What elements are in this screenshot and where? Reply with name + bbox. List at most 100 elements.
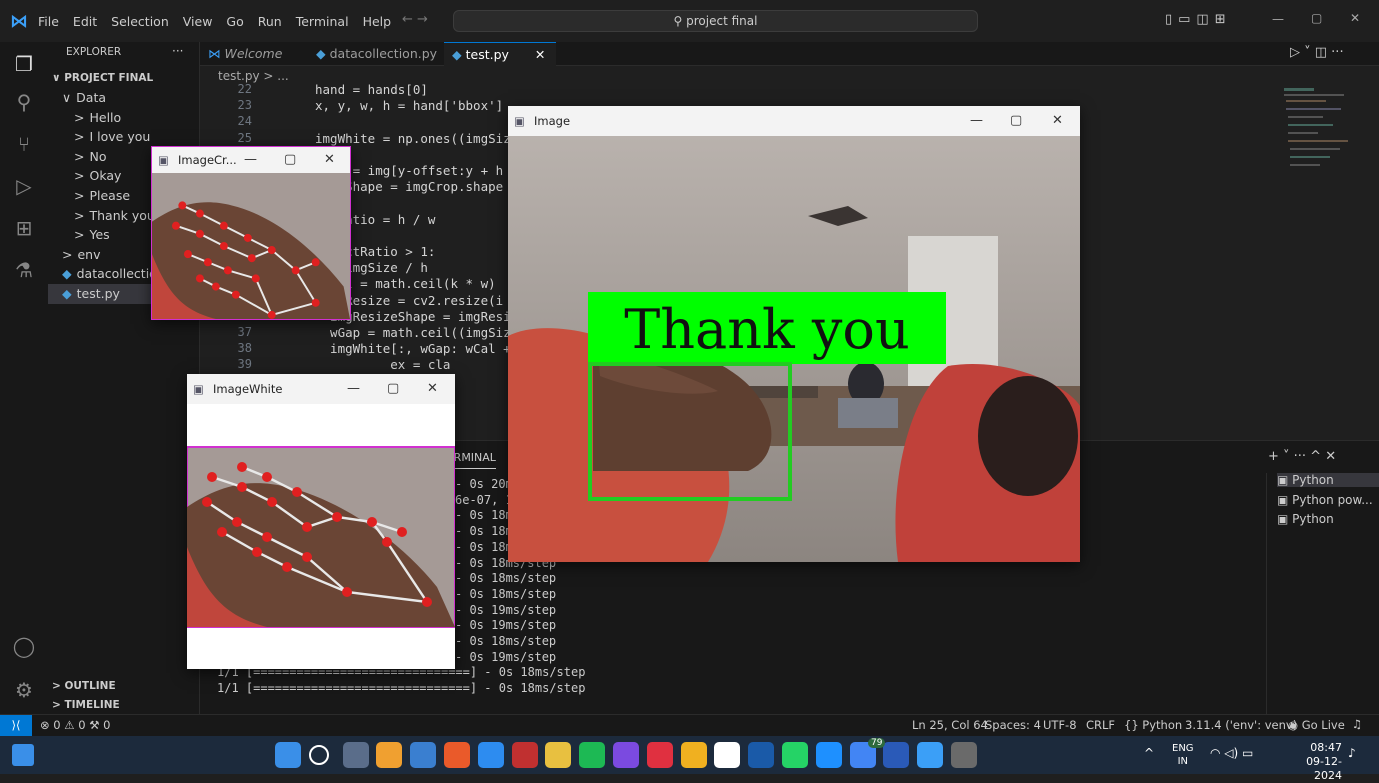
maximize-button[interactable]: ▢ [387, 374, 399, 404]
edge-icon[interactable] [815, 742, 842, 768]
maximize-button[interactable]: ▢ [284, 147, 296, 173]
menu-terminal[interactable]: Terminal [296, 14, 349, 29]
minimize-button[interactable]: — [347, 374, 360, 404]
edge-dev-icon[interactable] [477, 742, 504, 768]
terminal-icon: ▣ [1277, 512, 1293, 526]
panel-actions[interactable]: + ˅ ··· ^ ✕ [1268, 449, 1336, 464]
language-mode[interactable]: {} Python [1124, 718, 1182, 732]
terminal-line: 1/1 [==============================] - 0… [217, 681, 586, 696]
image-window-title: Image [534, 114, 571, 128]
maximize-button[interactable]: ▢ [1010, 106, 1022, 136]
minimize-button[interactable]: — [244, 147, 257, 173]
menu-edit[interactable]: Edit [73, 14, 97, 29]
account-icon[interactable]: ◯ [0, 626, 48, 666]
close-button[interactable]: ✕ [1350, 11, 1360, 25]
tab-datacollection[interactable]: ◆ datacollection.py [308, 42, 444, 66]
extensions-icon[interactable]: ⊞ [0, 208, 48, 248]
menu-run[interactable]: Run [258, 14, 282, 29]
explorer-icon[interactable]: ❐ [0, 44, 48, 84]
imagewhite-window-titlebar[interactable]: ▣ ImageWhite — ▢ ✕ [187, 374, 455, 404]
image-window[interactable]: ▣ Image — ▢ ✕ Thank you [508, 106, 1080, 562]
terminal-line: - 0s 18m [455, 524, 513, 539]
spotify-icon[interactable] [579, 742, 606, 768]
search-icon[interactable]: ⚲ [0, 82, 48, 122]
project-root[interactable]: ∨ PROJECT FINAL [48, 68, 200, 88]
terminal-instance[interactable]: ▣ Python [1277, 512, 1334, 526]
python-interpreter[interactable]: 3.11.4 ('env': venv) [1185, 718, 1297, 732]
close-button[interactable]: ✕ [427, 374, 438, 404]
chrome-canary-icon[interactable] [545, 742, 572, 768]
run-button[interactable]: ▷ ˅ ◫ ··· [1290, 45, 1344, 60]
widgets-icon[interactable] [12, 744, 34, 766]
imagecrop-window-titlebar[interactable]: ▣ ImageCr... — ▢ ✕ [152, 147, 350, 173]
timeline-section[interactable]: > TIMELINE [48, 695, 200, 715]
vscode-icon[interactable] [917, 742, 944, 768]
wifi-volume-battery-icons[interactable]: ◠ ◁) ▭ [1210, 746, 1253, 760]
source-control-icon[interactable]: ⑂ [0, 124, 48, 164]
word-icon[interactable] [883, 742, 910, 768]
minimize-button[interactable]: — [970, 106, 983, 136]
menu-selection[interactable]: Selection [111, 14, 169, 29]
minimap[interactable] [1280, 86, 1366, 186]
problems-indicator[interactable]: ⊗ 0 ⚠ 0 ⚒ 0 [40, 718, 110, 732]
go-live-button[interactable]: ◉ Go Live [1288, 718, 1345, 732]
encoding[interactable]: UTF-8 [1043, 718, 1077, 732]
whatsapp-icon[interactable] [782, 742, 808, 768]
explorer-header: EXPLORER [66, 46, 122, 58]
tree-item[interactable]: > Hello [48, 108, 200, 128]
tree-item[interactable]: ∨ Data [48, 88, 200, 108]
command-center-search[interactable]: ⚲ project final [453, 10, 978, 32]
run-debug-icon[interactable]: ▷ [0, 166, 48, 206]
nav-arrows[interactable]: ← → [402, 12, 428, 27]
code-line: wGap = math.ceil((imgSiz [315, 325, 511, 340]
task-view-icon[interactable] [342, 742, 369, 768]
notifications-icon[interactable]: ♫ [1352, 717, 1362, 731]
window-app-icon: ▣ [514, 114, 525, 128]
tab-welcome[interactable]: ⋈ Welcome [200, 42, 308, 66]
terminal-instance[interactable]: ▣ Python [1277, 473, 1379, 487]
terminal-instance[interactable]: ▣ Python pow... [1277, 493, 1373, 507]
imagecrop-window[interactable]: ▣ ImageCr... — ▢ ✕ [151, 146, 351, 320]
git-icon[interactable] [444, 742, 470, 768]
youtube-icon[interactable] [646, 742, 673, 768]
menu-help[interactable]: Help [363, 14, 392, 29]
indentation[interactable]: Spaces: 4 [985, 718, 1041, 732]
h-app-icon[interactable] [748, 742, 775, 768]
line-ending[interactable]: CRLF [1086, 718, 1115, 732]
cursor-position[interactable]: Ln 25, Col 64 [912, 718, 988, 732]
line-number: 23 [237, 98, 252, 113]
remote-indicator[interactable]: ⟩⟨ [0, 715, 32, 736]
menu-view[interactable]: View [183, 14, 213, 29]
settings-gear-icon[interactable]: ⚙ [0, 670, 48, 710]
testing-icon[interactable]: ⚗ [0, 250, 48, 290]
copilot-icon[interactable] [376, 742, 403, 768]
start-icon[interactable] [275, 742, 301, 768]
clock[interactable]: 08:47 09-12-2024 [1290, 741, 1342, 783]
close-button[interactable]: ✕ [1052, 106, 1063, 136]
mcafee-icon[interactable] [511, 742, 538, 768]
language-indicator[interactable]: ENG IN [1172, 742, 1194, 768]
outline-section[interactable]: > OUTLINE [48, 676, 200, 696]
tree-item[interactable]: > I love you [48, 127, 200, 147]
cropped-hand-image [152, 173, 350, 319]
search-icon[interactable] [308, 745, 329, 765]
tab-test[interactable]: ◆ test.py ✕ [444, 42, 556, 66]
python-window-icon[interactable] [951, 742, 977, 768]
google-icon[interactable] [714, 742, 741, 768]
menu-go[interactable]: Go [226, 14, 243, 29]
file-explorer-icon[interactable] [680, 742, 707, 768]
notification-bell-icon[interactable]: ♪ [1348, 746, 1356, 760]
minimize-button[interactable]: — [1272, 12, 1284, 26]
store-icon[interactable] [410, 742, 437, 768]
more-actions-icon[interactable]: ··· [172, 44, 183, 58]
layout-controls[interactable]: ▯▭◫⊞ [1165, 12, 1232, 27]
tree-item-label: Okay [89, 168, 122, 184]
visual-studio-icon[interactable] [613, 742, 639, 768]
system-tray-chevron-icon[interactable]: ^ [1144, 746, 1154, 760]
menu-file[interactable]: File [38, 14, 59, 29]
restore-button[interactable]: ▢ [1311, 11, 1322, 25]
image-window-titlebar[interactable]: ▣ Image — ▢ ✕ [508, 106, 1080, 136]
imagewhite-window[interactable]: ▣ ImageWhite — ▢ ✕ [187, 374, 455, 669]
close-tab-icon[interactable]: ✕ [535, 47, 545, 62]
close-button[interactable]: ✕ [324, 147, 335, 173]
